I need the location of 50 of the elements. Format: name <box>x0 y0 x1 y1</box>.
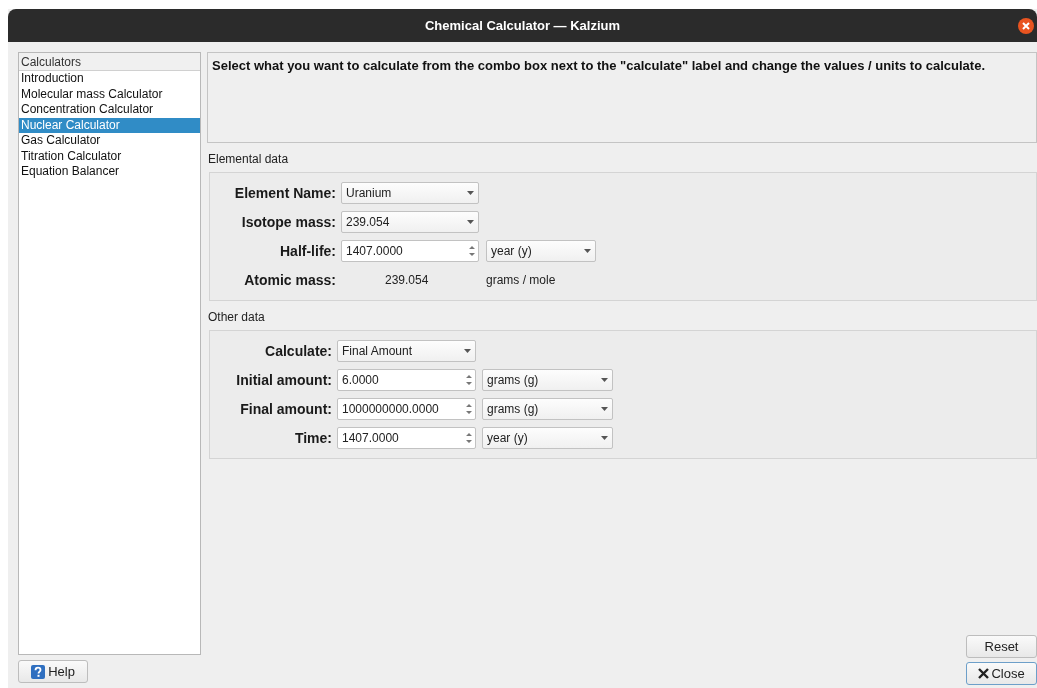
help-button[interactable]: Help <box>18 660 88 683</box>
spin-arrows-icon[interactable] <box>465 431 473 445</box>
list-item[interactable]: Gas Calculator <box>19 133 200 149</box>
dropdown[interactable]: year (y) <box>486 240 596 262</box>
reset-button[interactable]: Reset <box>966 635 1037 658</box>
spin-arrows-icon[interactable] <box>468 244 476 258</box>
group-title: Other data <box>207 309 266 326</box>
field-label: Time: <box>293 428 332 448</box>
dropdown[interactable]: grams (g) <box>482 369 613 391</box>
group-title: Elemental data <box>207 151 290 168</box>
list-header: Calculators <box>19 53 200 71</box>
dropdown-arrow-icon <box>601 378 608 382</box>
window-title: Chemical Calculator — Kalzium <box>424 16 621 35</box>
field-label: Half-life: <box>279 241 336 261</box>
dropdown-arrow-icon <box>467 191 474 195</box>
dropdown[interactable]: Final Amount <box>337 340 476 362</box>
list-item[interactable]: Equation Balancer <box>19 164 200 180</box>
field-label: Element Name: <box>233 183 336 203</box>
description-text: Select what you want to calculate from the combo box next to the "calculate" label and change the values / units to calculate. <box>207 52 1037 143</box>
list-item[interactable]: Molecular mass Calculator <box>19 86 200 102</box>
spin-box[interactable]: 1407.0000 <box>341 240 479 262</box>
spin-box[interactable]: 1000000000.0000 <box>337 398 476 420</box>
dropdown-arrow-icon <box>601 407 608 411</box>
field-label: Atomic mass: <box>243 270 336 290</box>
list-item[interactable]: Concentration Calculator <box>19 102 200 118</box>
spin-box[interactable]: 1407.0000 <box>337 427 476 449</box>
spin-arrows-icon[interactable] <box>465 402 473 416</box>
dropdown-arrow-icon <box>601 436 608 440</box>
spin-arrows-icon[interactable] <box>465 373 473 387</box>
list-item[interactable]: Introduction <box>19 71 200 87</box>
unit-label: grams / mole <box>486 272 556 289</box>
dropdown[interactable]: grams (g) <box>482 398 613 420</box>
field-label: Isotope mass: <box>240 212 336 232</box>
dropdown[interactable]: year (y) <box>482 427 613 449</box>
help-icon <box>31 664 46 679</box>
field-label: Calculate: <box>264 341 332 361</box>
dropdown-arrow-icon <box>584 249 591 253</box>
field-label: Initial amount: <box>235 370 332 390</box>
field-label: Final amount: <box>239 399 332 419</box>
dropdown[interactable]: Uranium <box>341 182 479 204</box>
dropdown-arrow-icon <box>467 220 474 224</box>
list-item[interactable]: Nuclear Calculator <box>19 117 200 133</box>
list-item[interactable]: Titration Calculator <box>19 148 200 164</box>
dropdown-arrow-icon <box>464 349 471 353</box>
close-button[interactable]: Close <box>966 662 1037 685</box>
close-icon <box>978 668 990 679</box>
spin-box[interactable]: 6.0000 <box>337 369 476 391</box>
close-icon[interactable] <box>1018 18 1034 34</box>
dropdown[interactable]: 239.054 <box>341 211 479 233</box>
atomic-mass-value: 239.054 <box>384 272 430 289</box>
